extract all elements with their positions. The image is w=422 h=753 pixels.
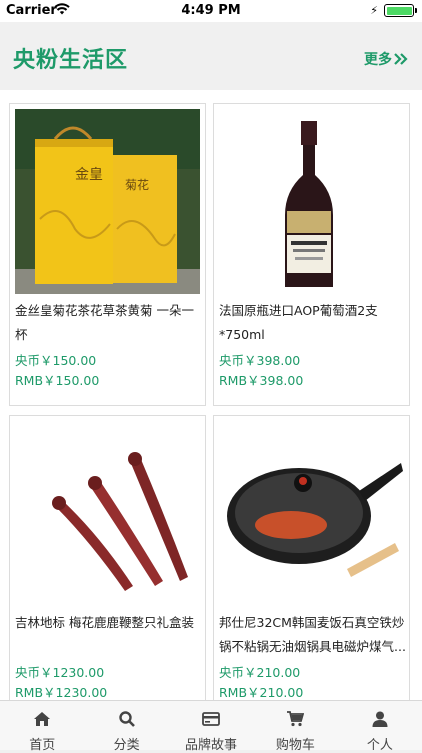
tab-brand-story[interactable]: 品牌故事 [169, 701, 253, 753]
home-icon [34, 712, 51, 726]
product-price-coin: 央币￥150.00 [15, 353, 97, 368]
search-icon [118, 711, 135, 727]
battery-icon [384, 4, 417, 17]
double-chevron-right-icon [394, 53, 408, 65]
tab-cart[interactable]: 购物车 [253, 701, 337, 753]
product-price-rmb: RMB￥150.00 [15, 373, 100, 388]
product-image: 金皇 菊花 [15, 109, 200, 294]
product-card[interactable]: 法国原瓶进口AOP葡萄酒2支*750ml 央币￥398.00 RMB￥398.0… [213, 103, 410, 406]
user-icon [372, 711, 388, 727]
product-grid: 金皇 菊花 金丝皇菊花茶花草茶黄菊 一朵一杯 央币￥150.00 RMB￥150… [0, 90, 422, 700]
product-price-rmb: RMB￥398.00 [219, 373, 304, 388]
tab-home[interactable]: 首页 [0, 701, 84, 753]
product-price-coin: 央币￥1230.00 [15, 665, 105, 680]
cart-icon [287, 711, 305, 727]
section-header: 央粉生活区 更多 [0, 22, 422, 90]
tab-label: 品牌故事 [185, 738, 238, 753]
tab-profile[interactable]: 个人 [338, 701, 422, 753]
tab-label: 分类 [113, 738, 140, 753]
product-name: 邦仕尼32CM韩国麦饭石真空铁炒锅不粘锅无油烟锅具电磁炉煤气... [219, 615, 406, 654]
svg-text:金皇: 金皇 [75, 167, 103, 183]
product-price-coin: 央币￥398.00 [219, 353, 301, 368]
clock: 4:49 PM [181, 3, 241, 18]
product-price-rmb: RMB￥1230.00 [15, 685, 108, 700]
more-button[interactable]: 更多 [364, 49, 408, 69]
product-name: 法国原瓶进口AOP葡萄酒2支*750ml [219, 303, 378, 342]
svg-text:菊花: 菊花 [125, 177, 149, 192]
product-image [219, 421, 404, 606]
charging-icon: ⚡ [370, 4, 378, 17]
tab-bar: 首页 分类 品牌故事 购物车 个人 [0, 700, 422, 753]
product-card[interactable]: 金皇 菊花 金丝皇菊花茶花草茶黄菊 一朵一杯 央币￥150.00 RMB￥150… [9, 103, 206, 406]
status-bar: Carrier 4:49 PM ⚡ [0, 0, 422, 22]
tab-label: 首页 [29, 738, 56, 753]
tab-category[interactable]: 分类 [84, 701, 168, 753]
more-label: 更多 [364, 52, 392, 68]
product-price-rmb: RMB￥210.00 [219, 685, 304, 700]
product-name: 金丝皇菊花茶花草茶黄菊 一朵一杯 [15, 303, 194, 342]
product-card[interactable]: 邦仕尼32CM韩国麦饭石真空铁炒锅不粘锅无油烟锅具电磁炉煤气... 央币￥210… [213, 415, 410, 700]
product-card[interactable]: 吉林地标 梅花鹿鹿鞭整只礼盒装 央币￥1230.00 RMB￥1230.00 [9, 415, 206, 700]
product-image [219, 109, 404, 294]
product-price-coin: 央币￥210.00 [219, 665, 301, 680]
card-icon [202, 712, 220, 726]
tab-label: 个人 [366, 738, 393, 753]
page-title: 央粉生活区 [13, 48, 129, 73]
product-name: 吉林地标 梅花鹿鹿鞭整只礼盒装 [15, 615, 194, 630]
tab-label: 购物车 [275, 738, 315, 753]
product-image [15, 421, 200, 606]
